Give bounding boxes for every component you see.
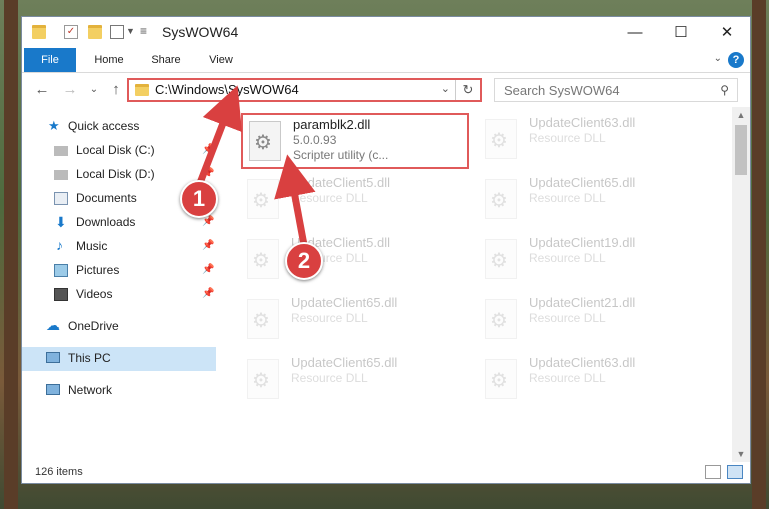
callout-2: 2	[285, 242, 323, 280]
arrow-to-address-bar	[196, 85, 243, 185]
arrow-to-file	[274, 154, 316, 246]
callout-1: 1	[180, 180, 218, 218]
annotation-arrows	[196, 85, 316, 246]
